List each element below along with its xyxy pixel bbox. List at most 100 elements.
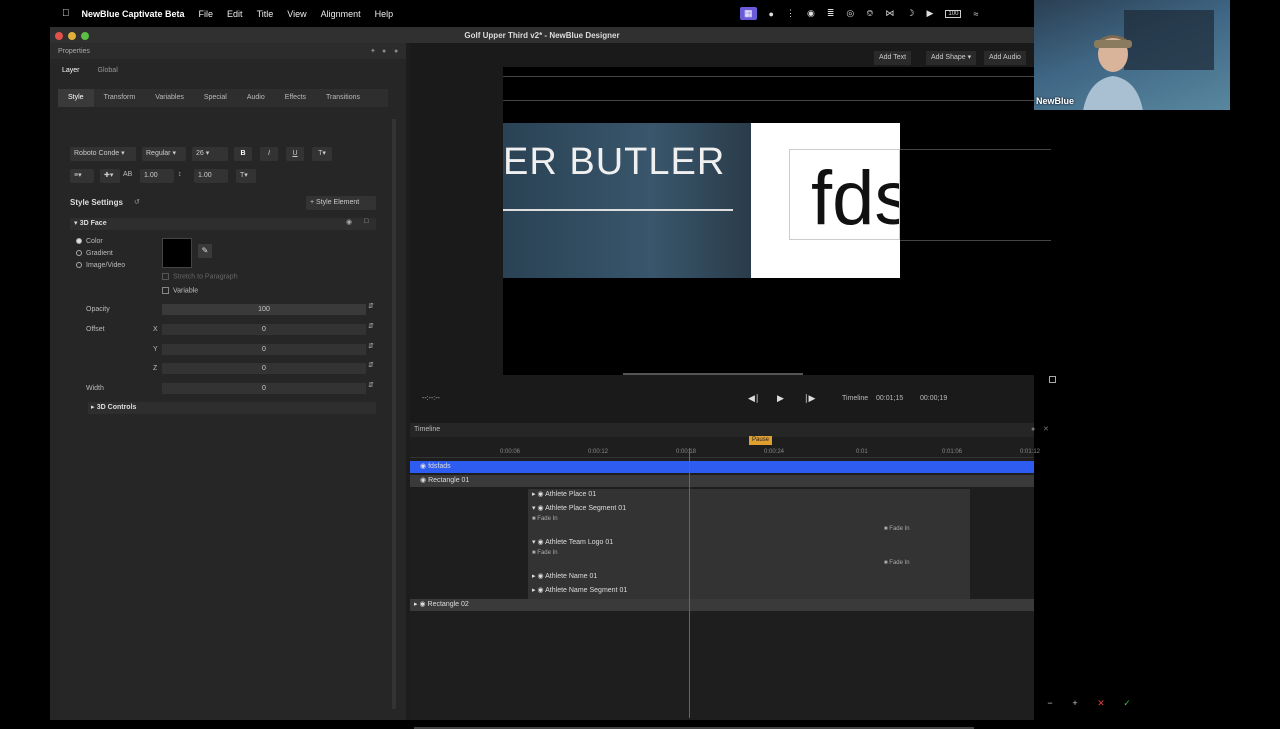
offset-z-stepper-icon[interactable]: ⇵ — [368, 361, 374, 369]
section-3d-controls-header[interactable]: ▸ 3D Controls — [88, 402, 376, 414]
offset-y-field[interactable]: 0 — [162, 344, 366, 355]
zoom-out-button[interactable]: − — [1043, 697, 1057, 709]
eye-icon[interactable]: ◉ — [537, 505, 543, 512]
menu-edit[interactable]: Edit — [227, 9, 243, 19]
close-panel-icon[interactable]: ● — [394, 48, 398, 55]
color-swatch[interactable] — [162, 238, 192, 268]
fill-gradient-option[interactable]: Gradient — [76, 250, 113, 257]
opacity-stepper-icon[interactable]: ⇵ — [368, 302, 374, 310]
tab-transitions[interactable]: Transitions — [316, 89, 370, 107]
font-size-select[interactable]: 26 ▾ — [192, 147, 228, 161]
globe-icon[interactable]: ◉ — [807, 8, 815, 19]
wifi-icon[interactable]: ≈ — [973, 9, 978, 19]
fill-image-option[interactable]: Image/Video — [76, 262, 125, 269]
chevron-right-icon[interactable]: ▸ — [414, 601, 418, 608]
battery-icon[interactable]: 100 — [945, 9, 962, 18]
eye-icon[interactable]: ◉ — [537, 539, 543, 546]
apple-icon[interactable]:  — [62, 8, 70, 19]
screen-record-icon[interactable]: ▦ — [740, 7, 757, 20]
canvas-scrollbar[interactable] — [623, 373, 803, 375]
tab-layer[interactable]: Layer — [62, 67, 80, 74]
menu-help[interactable]: Help — [375, 9, 394, 19]
tab-style[interactable]: Style — [58, 89, 94, 107]
menu-view[interactable]: View — [287, 9, 306, 19]
moon-icon[interactable]: ☽ — [906, 8, 914, 19]
chevron-right-icon[interactable]: ▸ — [532, 587, 536, 594]
width-field[interactable]: 0 — [162, 383, 366, 394]
track-athlete-name[interactable]: ▸ ◉ Athlete Name 01 — [532, 571, 832, 583]
confirm-button[interactable]: ✓ — [1120, 697, 1134, 709]
section-3d-face-header[interactable]: ▾ 3D Face ◉ □ — [70, 218, 376, 230]
selection-box[interactable] — [789, 149, 900, 240]
add-shape-button[interactable]: Add Shape ▾ — [926, 51, 977, 65]
add-text-button[interactable]: Add Text — [874, 51, 912, 65]
text-box-selected[interactable]: fds — [751, 123, 900, 278]
menu-title[interactable]: Title — [257, 9, 274, 19]
playhead[interactable] — [689, 448, 690, 718]
delete-icon[interactable]: □ — [364, 218, 368, 225]
eye-icon[interactable]: ◎ — [846, 8, 854, 19]
eyedropper-icon[interactable]: ✎ — [198, 244, 212, 258]
record-dot-icon[interactable]: ● — [769, 9, 774, 19]
close-panel-icon[interactable]: ✕ — [1043, 423, 1049, 437]
track-athlete-place-segment[interactable]: ▾ ◉ Athlete Place Segment 01 — [532, 503, 832, 515]
opacity-field[interactable]: 100 — [162, 304, 366, 315]
track-athlete-team-logo[interactable]: ▾ ◉ Athlete Team Logo 01 — [532, 537, 832, 549]
font-family-select[interactable]: Roboto Conde ▾ — [70, 147, 136, 161]
pin-icon[interactable]: ✦ — [370, 47, 376, 55]
tab-special[interactable]: Special — [194, 89, 237, 107]
track-athlete-name-segment[interactable]: ▸ ◉ Athlete Name Segment 01 — [532, 585, 832, 597]
eye-icon[interactable]: ◉ — [537, 491, 543, 498]
chevron-right-icon[interactable]: ▸ — [532, 573, 536, 580]
grid-icon[interactable]: ⋮ — [786, 8, 795, 19]
offset-x-field[interactable]: 0 — [162, 324, 366, 335]
chevron-down-icon[interactable]: ▾ — [532, 539, 536, 546]
settings-icon[interactable]: ● — [382, 48, 386, 55]
play-circle-icon[interactable]: ▶ — [927, 8, 934, 19]
cancel-button[interactable]: ✕ — [1094, 697, 1108, 709]
bold-button[interactable]: B — [234, 147, 252, 161]
underline-button[interactable]: U — [286, 147, 304, 161]
offset-y-stepper-icon[interactable]: ⇵ — [368, 342, 374, 350]
step-back-icon[interactable]: ◀∣ — [748, 393, 759, 404]
step-forward-icon[interactable]: ∣▶ — [804, 393, 815, 404]
add-style-element-button[interactable]: + Style Element — [306, 196, 376, 210]
eye-icon[interactable]: ◉ — [420, 477, 426, 484]
eye-icon[interactable]: ◉ — [420, 463, 426, 470]
italic-button[interactable]: I — [260, 147, 278, 161]
chevron-down-icon[interactable]: ▾ — [532, 505, 536, 512]
settings-icon[interactable]: ● — [1031, 423, 1035, 437]
lower-third-bar[interactable]: ER BUTLER — [503, 123, 751, 278]
track-rectangle-02[interactable]: ▸ ◉ Rectangle 02 — [410, 599, 1034, 611]
bluetooth-icon[interactable]: ⋈ — [885, 8, 894, 19]
pause-marker[interactable]: Pause — [749, 436, 773, 445]
menu-alignment[interactable]: Alignment — [321, 9, 361, 19]
close-icon[interactable] — [55, 32, 63, 40]
preview-canvas[interactable]: ER BUTLER fds — [503, 67, 1051, 375]
visibility-eye-icon[interactable]: ◉ — [346, 218, 352, 226]
athlete-name-text[interactable]: ER BUTLER — [503, 141, 725, 184]
track-athlete-place[interactable]: ▸ ◉ Athlete Place 01 — [532, 489, 832, 501]
fill-color-option[interactable]: Color — [76, 238, 103, 245]
eye-icon[interactable]: ◉ — [537, 573, 543, 580]
headphones-icon[interactable]: ⎊ — [866, 8, 873, 19]
track-rectangle-01[interactable]: ◉ Rectangle 01 — [410, 475, 1034, 487]
tab-variables[interactable]: Variables — [145, 89, 194, 107]
width-stepper-icon[interactable]: ⇵ — [368, 381, 374, 389]
resize-handle-icon[interactable] — [1049, 376, 1056, 383]
zoom-in-button[interactable]: + — [1068, 697, 1082, 709]
offset-x-stepper-icon[interactable]: ⇵ — [368, 322, 374, 330]
menu-file[interactable]: File — [199, 9, 214, 19]
eye-icon[interactable]: ◉ — [419, 601, 425, 608]
minimize-icon[interactable] — [68, 32, 76, 40]
align-left-icon[interactable]: ≡▾ — [70, 169, 94, 183]
baseline-icon[interactable]: T▾ — [236, 169, 256, 183]
vertical-align-icon[interactable]: ✚▾ — [100, 169, 120, 183]
tracking-field[interactable]: 1.00 — [140, 169, 174, 183]
zoom-icon[interactable] — [81, 32, 89, 40]
add-audio-button[interactable]: Add Audio — [984, 51, 1026, 65]
tab-transform[interactable]: Transform — [94, 89, 146, 107]
audio-bars-icon[interactable]: ≣ — [827, 8, 835, 19]
tab-effects[interactable]: Effects — [275, 89, 316, 107]
app-name-menu[interactable]: NewBlue Captivate Beta — [82, 9, 185, 19]
